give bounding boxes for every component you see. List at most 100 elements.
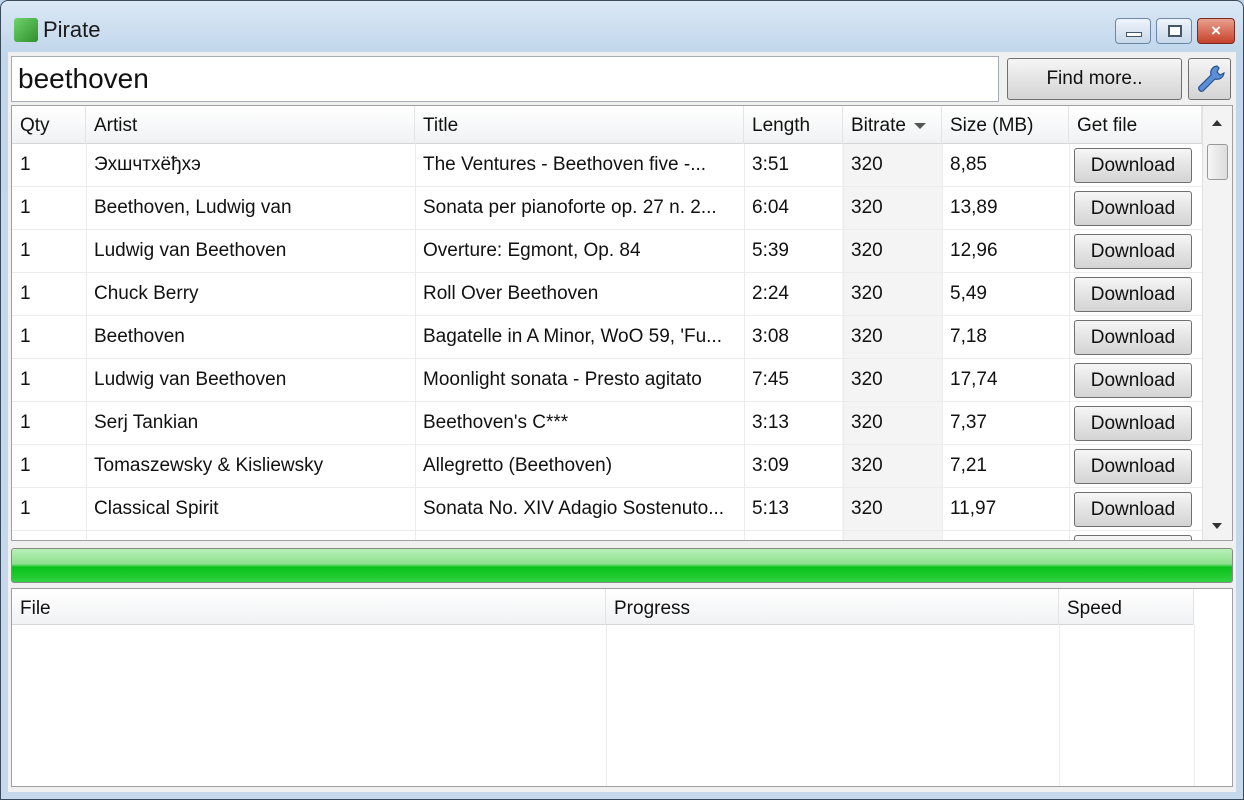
downloads-column-progress[interactable]: Progress [606,589,1059,625]
cell-title: Moonlight sonata - Presto agitato [423,369,702,390]
cell-length: 6:04 [752,197,789,218]
find-more-button[interactable]: Find more.. [1007,58,1182,100]
table-row[interactable]: 1 Tomaszewsky & Kisliewsky Allegretto (Bee… [12,445,1202,488]
cell-qty: 1 [20,498,31,519]
cell-title: Sonata per pianoforte op. 27 n. 2... [423,197,717,218]
table-row[interactable]: 1 Serj Tankian Beethoven's C*** 3:13 320 7,37… [12,402,1202,445]
minimize-button[interactable] [1115,18,1151,44]
downloads-column-file[interactable]: File [12,589,606,625]
divider [415,144,416,540]
download-button[interactable]: Download [1074,363,1192,398]
cell-size: 5,49 [950,283,987,304]
cell-bitrate: 320 [851,240,883,261]
maximize-icon [1168,25,1182,37]
sort-descending-icon [913,122,926,129]
cell-title: Beethoven's C*** [423,412,569,433]
cell-bitrate: 320 [851,369,883,390]
cell-bitrate: 320 [851,455,883,476]
cell-size: 8,85 [950,154,987,175]
minimize-icon [1126,32,1142,37]
cell-size: 12,96 [950,240,998,261]
cell-qty: 1 [20,369,31,390]
scroll-thumb[interactable] [1207,144,1228,180]
search-input[interactable] [11,56,999,102]
column-header-size[interactable]: Size (MB) [942,106,1069,144]
table-row[interactable] [12,531,1202,540]
column-header-label: Artist [94,115,138,136]
maximize-button[interactable] [1156,18,1192,44]
download-button[interactable]: Download [1074,492,1192,527]
cell-bitrate: 320 [851,498,883,519]
column-header-length[interactable]: Length [744,106,843,144]
downloads-header: File Progress Speed [12,589,1194,625]
close-button[interactable]: × [1197,18,1235,44]
cell-length: 2:24 [752,283,789,304]
cell-size: 11,97 [950,498,997,519]
cell-artist: Beethoven, Ludwig van [94,197,292,218]
downloads-column-speed[interactable]: Speed [1059,589,1194,625]
window-title: Pirate [43,17,101,42]
cell-qty: 1 [20,283,31,304]
cell-artist: Tomaszewsky & Kisliewsky [94,455,324,476]
cell-qty: 1 [20,240,31,261]
cell-size: 7,37 [950,412,987,433]
divider [744,144,745,540]
table-row[interactable]: 1 Chuck Berry Roll Over Beethoven 2:24 320 5,… [12,273,1202,316]
table-row[interactable]: 1 Beethoven Bagatelle in A Minor, WoO 59, … [12,316,1202,359]
cell-length: 7:45 [752,369,789,390]
column-header-title[interactable]: Title [415,106,744,144]
download-button[interactable] [1074,535,1192,540]
cell-title: The Ventures - Beethoven five -... [423,154,707,175]
cell-bitrate: 320 [851,412,883,433]
download-button[interactable]: Download [1074,234,1192,269]
scroll-down-icon[interactable] [1212,523,1222,529]
column-header-qty[interactable]: Qty [12,106,86,144]
settings-button[interactable] [1188,58,1231,100]
table-row[interactable]: 1 Ludwig van Beethoven Moonlight sonata - … [12,359,1202,402]
table-header: Qty Artist Title Length Bitrate Size (MB) Get … [12,106,1202,144]
column-header-artist[interactable]: Artist [86,106,415,144]
download-button[interactable]: Download [1074,277,1192,312]
table-row[interactable]: 1 Ludwig van Beethoven Overture: Egmont, O… [12,230,1202,273]
cell-bitrate: 320 [851,326,883,347]
cell-artist: Serj Tankian [94,412,199,433]
results-table: Qty Artist Title Length Bitrate Size (MB) Get … [11,105,1233,541]
column-header-label: Bitrate [851,115,906,136]
download-button[interactable]: Download [1074,148,1192,183]
cell-length: 3:08 [752,326,789,347]
cell-length: 5:13 [752,498,789,519]
column-header-label: Get file [1077,115,1138,136]
column-header-bitrate[interactable]: Bitrate [843,106,942,144]
cell-size: 13,89 [950,197,998,218]
cell-size: 17,74 [950,369,998,390]
cell-qty: 1 [20,455,31,476]
cell-title: Bagatelle in A Minor, WoO 59, 'Fu... [423,326,722,347]
table-row[interactable]: 1 Эхшчтхёђхэ The Ventures - Beethoven five… [12,144,1202,187]
scroll-up-icon[interactable] [1212,120,1222,126]
download-button[interactable]: Download [1074,320,1192,355]
cell-length: 3:51 [752,154,789,175]
table-row[interactable]: 1 Beethoven, Ludwig van Sonata per pianofo… [12,187,1202,230]
cell-title: Roll Over Beethoven [423,283,599,304]
cell-size: 7,21 [950,455,987,476]
find-more-label: Find more.. [1046,68,1143,89]
app-icon [14,18,38,42]
table-row[interactable]: 1 Classical Spirit Sonata No. XIV Adagio S… [12,488,1202,531]
cell-length: 3:13 [752,412,789,433]
download-button[interactable]: Download [1074,406,1192,441]
divider [86,144,87,540]
column-header-label: Title [423,115,459,136]
cell-title: Sonata No. XIV Adagio Sostenuto... [423,498,725,519]
download-button[interactable]: Download [1074,449,1192,484]
download-button[interactable]: Download [1074,191,1192,226]
cell-bitrate: 320 [851,283,883,304]
column-header-label: Length [752,115,811,136]
column-header-get-file[interactable]: Get file [1069,106,1202,144]
close-icon: × [1211,21,1221,40]
vertical-scrollbar[interactable] [1202,106,1232,540]
cell-artist: Эхшчтхёђхэ [94,154,201,175]
cell-length: 3:09 [752,455,789,476]
cell-bitrate: 320 [851,197,883,218]
divider [606,625,607,786]
cell-bitrate: 320 [851,154,883,175]
